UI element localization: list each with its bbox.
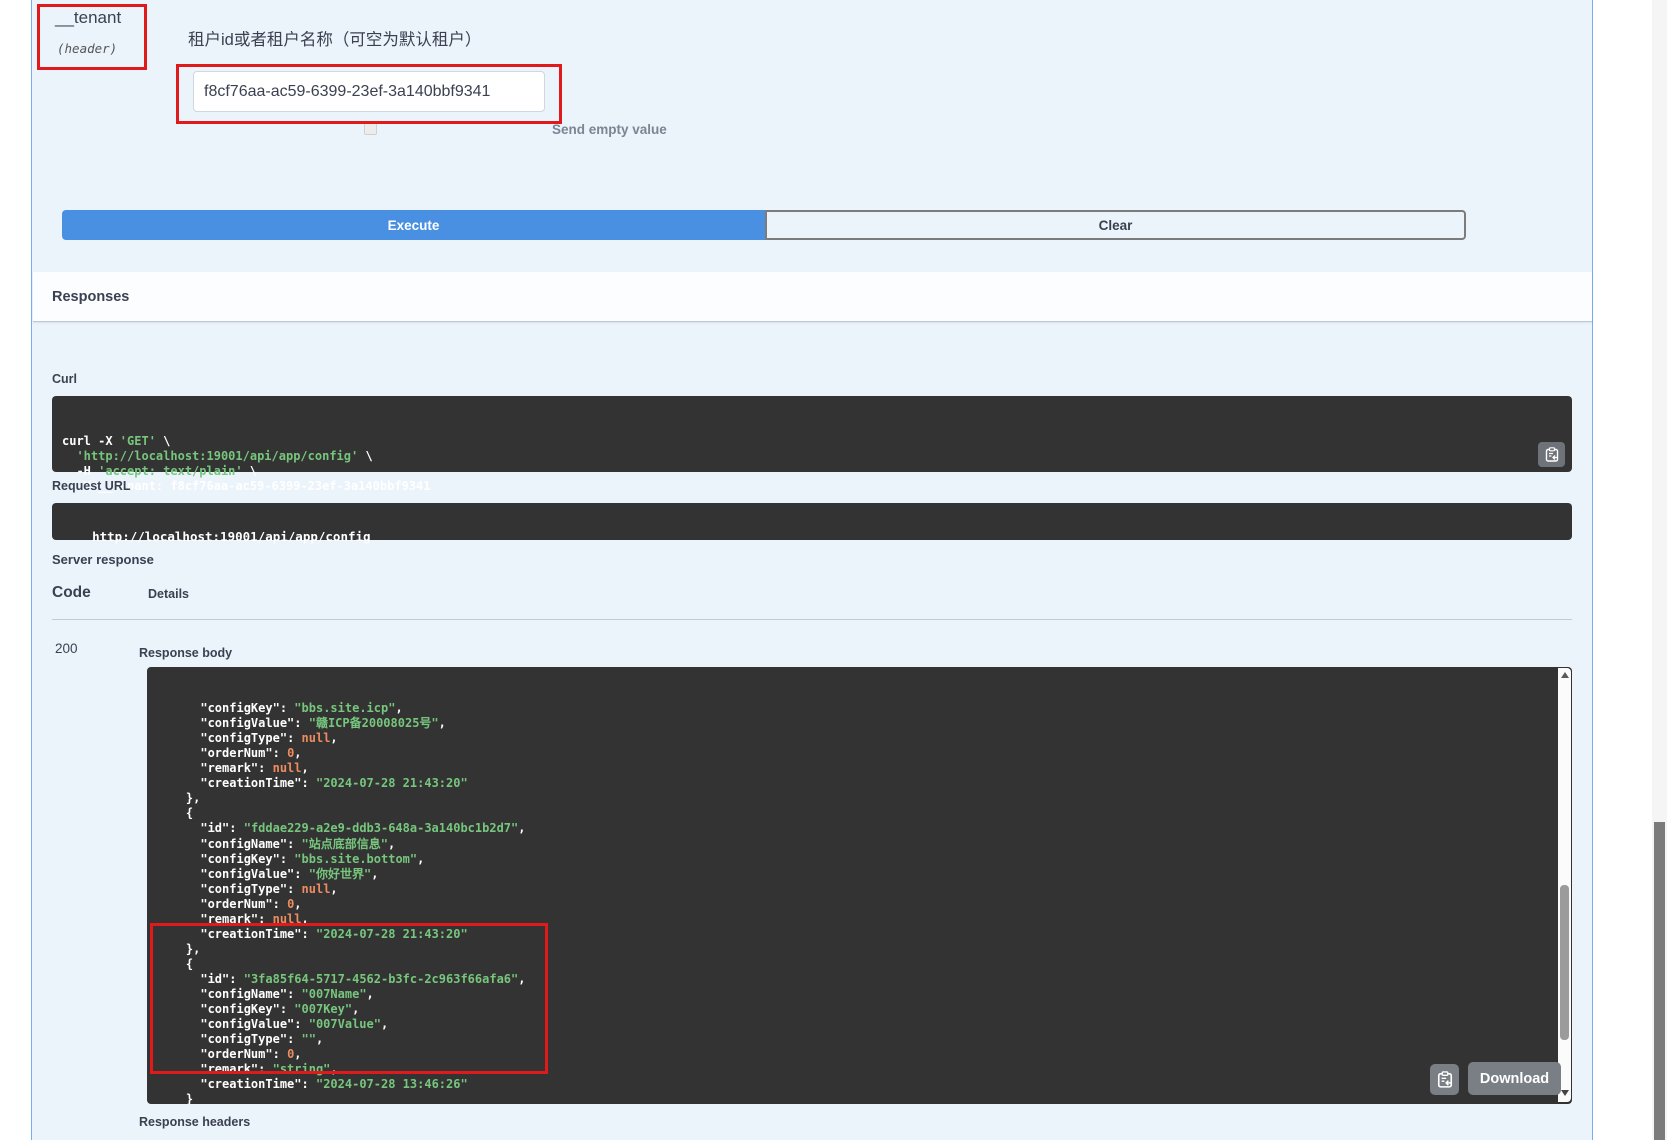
table-header-divider: [52, 619, 1572, 620]
status-code: 200: [55, 641, 78, 656]
page-scrollbar-thumb[interactable]: [1654, 822, 1665, 1140]
clear-button[interactable]: Clear: [765, 210, 1466, 240]
request-url-value: http://localhost:19001/api/app/config: [92, 529, 370, 544]
response-headers-label: Response headers: [139, 1115, 250, 1129]
response-body-scrollbar-thumb[interactable]: [1560, 885, 1569, 1040]
details-column-header: Details: [148, 587, 189, 601]
red-annotation-box-json-object: [150, 923, 548, 1074]
code-column-header: Code: [52, 584, 91, 602]
curl-label: Curl: [52, 372, 77, 386]
responses-title: Responses: [52, 289, 129, 305]
curl-copy-button[interactable]: [1538, 442, 1565, 467]
download-button[interactable]: Download: [1468, 1062, 1561, 1095]
send-empty-value-label: Send empty value: [552, 122, 667, 137]
scroll-down-arrow-icon[interactable]: [1561, 1090, 1569, 1096]
parameter-description: 租户id或者租户名称（可空为默认租户）: [188, 26, 481, 50]
responses-section-header: [33, 272, 1592, 322]
request-url-block: http://localhost:19001/api/app/config: [52, 503, 1572, 540]
response-copy-button[interactable]: [1430, 1064, 1459, 1095]
response-body-label: Response body: [139, 646, 232, 660]
scroll-up-arrow-icon[interactable]: [1561, 672, 1569, 678]
execute-button[interactable]: Execute: [62, 210, 765, 240]
clipboard-copy-icon: [1545, 447, 1559, 462]
red-annotation-box-parameter-name: [37, 4, 147, 70]
curl-code: curl -X 'GET' \ 'http://localhost:19001/…: [62, 434, 1562, 494]
swagger-ui-page: __tenant (header) 租户id或者租户名称（可空为默认租户） Se…: [0, 0, 1667, 1140]
request-url-label: Request URL: [52, 479, 130, 493]
clipboard-copy-icon: [1437, 1071, 1453, 1088]
red-annotation-box-input: [176, 64, 562, 124]
curl-code-block: curl -X 'GET' \ 'http://localhost:19001/…: [52, 396, 1572, 472]
server-response-label: Server response: [52, 552, 154, 567]
